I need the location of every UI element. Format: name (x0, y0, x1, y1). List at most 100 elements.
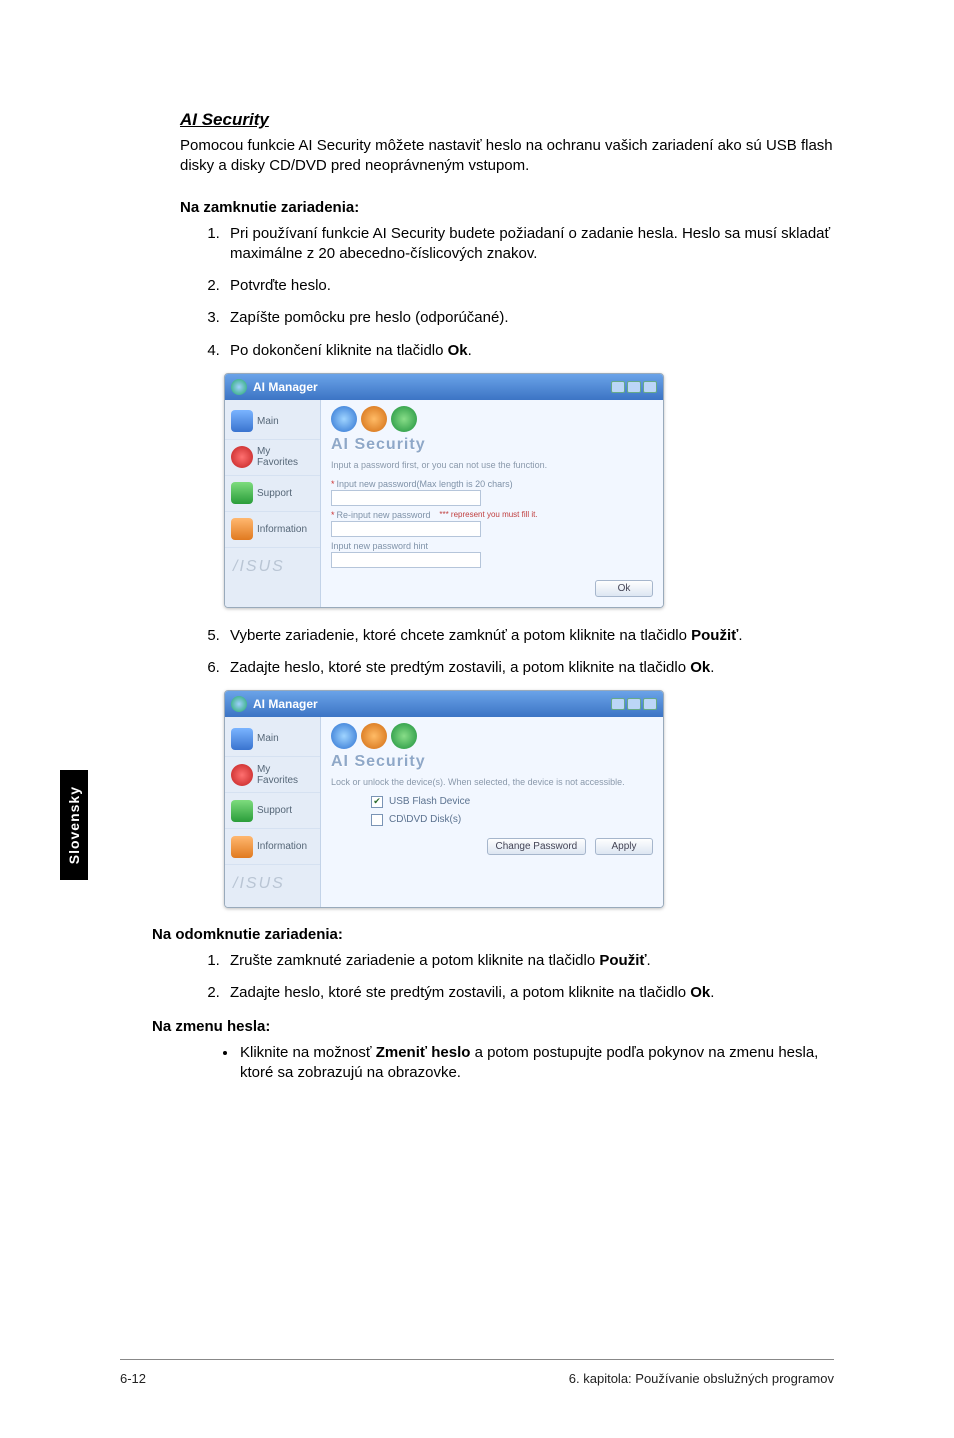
tool-icon-3[interactable] (391, 406, 417, 432)
panel-title: AI Security (331, 436, 653, 454)
info-icon (231, 836, 253, 858)
info-icon (231, 518, 253, 540)
screenshot-2: AI Manager Main My Favorites Support Inf… (224, 690, 834, 908)
tool-icon-2[interactable] (361, 723, 387, 749)
section-title: AI Security (180, 110, 834, 130)
lock-steps-continued: Vyberte zariadenie, ktoré chcete zamknúť… (180, 626, 834, 679)
device-row-usb[interactable]: ✔ USB Flash Device (371, 796, 653, 808)
lock-step-4-a: Po dokončení kliknite na tlačidlo (230, 342, 448, 359)
monitor-icon (231, 728, 253, 750)
change-password-button[interactable]: Change Password (487, 838, 587, 855)
lock-step-5-a: Vyberte zariadenie, ktoré chcete zamknúť… (230, 627, 691, 644)
change-bullets: Kliknite na možnosť Zmeniť heslo a potom… (180, 1043, 834, 1084)
field-label-password-hint: Input new password hint (331, 541, 428, 551)
minimize-icon[interactable] (611, 698, 625, 710)
lock-step-6-a: Zadajte heslo, ktoré ste predtým zostavi… (230, 659, 690, 676)
lock-step-6-c: . (710, 659, 714, 676)
page-footer: 6-12 6. kapitola: Používanie obslužných … (120, 1371, 834, 1386)
sidebar-item-main[interactable]: Main (225, 404, 320, 440)
lock-step-6: Zadajte heslo, ktoré ste predtým zostavi… (224, 658, 834, 678)
app-window-2: AI Manager Main My Favorites Support Inf… (224, 690, 664, 908)
tool-icon-2[interactable] (361, 406, 387, 432)
titlebar-2: AI Manager (225, 691, 663, 717)
lock-step-3: Zapíšte pomôcku pre heslo (odporúčané). (224, 308, 834, 328)
close-icon[interactable] (643, 381, 657, 393)
panel-subtitle: Input a password first, or you can not u… (331, 460, 653, 471)
footer-chapter: 6. kapitola: Používanie obslužných progr… (569, 1371, 834, 1386)
favorites-icon (231, 764, 253, 786)
app-logo-icon (231, 379, 247, 395)
device-row-cd[interactable]: CD\DVD Disk(s) (371, 814, 653, 826)
form-row-3: Input new password hint (331, 541, 653, 568)
monitor-icon (231, 410, 253, 432)
titlebar: AI Manager (225, 374, 663, 400)
lock-step-1: Pri používaní funkcie AI Security budete… (224, 224, 834, 265)
app-title-2: AI Manager (253, 697, 318, 711)
unlock-steps: Zrušte zamknuté zariadenie a potom klikn… (180, 951, 834, 1004)
unlock-step-2: Zadajte heslo, ktoré ste predtým zostavi… (224, 983, 834, 1003)
unlock-step-1: Zrušte zamknuté zariadenie a potom klikn… (224, 951, 834, 971)
favorites-icon (231, 446, 253, 468)
change-heading: Na zmenu hesla: (152, 1018, 834, 1035)
unlock-heading: Na odomknutie zariadenia: (152, 926, 834, 943)
lock-step-5-b: Použiť (691, 627, 738, 644)
footer-page-number: 6-12 (120, 1371, 146, 1386)
form-row-2: *Re-input new password *** represent you… (331, 510, 653, 537)
sidebar-2: Main My Favorites Support Information /I… (225, 717, 321, 907)
tool-icon-1[interactable] (331, 723, 357, 749)
sidebar-item-support[interactable]: Support (225, 476, 320, 512)
toolbar-icons (331, 406, 653, 432)
minimize-icon[interactable] (611, 381, 625, 393)
app-window-1: AI Manager Main My Favorites Support Inf… (224, 373, 664, 608)
unlock-step-2-a: Zadajte heslo, ktoré ste predtým zostavi… (230, 984, 690, 1001)
main-panel-2: AI Security Lock or unlock the device(s)… (321, 717, 663, 907)
app-title: AI Manager (253, 380, 318, 394)
support-icon (231, 800, 253, 822)
lock-steps: Pri používaní funkcie AI Security budete… (180, 224, 834, 361)
unlock-step-2-b: Ok (690, 984, 710, 1001)
lock-step-2: Potvrďte heslo. (224, 276, 834, 296)
maximize-icon[interactable] (627, 698, 641, 710)
tool-icon-1[interactable] (331, 406, 357, 432)
brand-logo: /ISUS (225, 548, 320, 586)
new-password-input[interactable] (331, 490, 481, 506)
close-icon[interactable] (643, 698, 657, 710)
change-bullet-b: Zmeniť heslo (376, 1044, 471, 1061)
sidebar-item-favorites[interactable]: My Favorites (225, 440, 320, 476)
lock-step-5: Vyberte zariadenie, ktoré chcete zamknúť… (224, 626, 834, 646)
screenshot-1: AI Manager Main My Favorites Support Inf… (224, 373, 834, 608)
apply-button[interactable]: Apply (595, 838, 653, 855)
sidebar-item-information[interactable]: Information (225, 512, 320, 548)
field-label-new-password: Input new password(Max length is 20 char… (337, 479, 513, 489)
tool-icon-3[interactable] (391, 723, 417, 749)
unlock-step-2-c: . (710, 984, 714, 1001)
required-hint: *** represent you must fill it. (439, 510, 537, 519)
checkbox-usb-icon[interactable]: ✔ (371, 796, 383, 808)
change-bullet-a: Kliknite na možnosť (240, 1044, 376, 1061)
sidebar-label-favorites: My Favorites (257, 446, 314, 468)
field-label-reinput-password: Re-input new password (337, 510, 431, 520)
sidebar-item-support[interactable]: Support (225, 793, 320, 829)
toolbar-icons-2 (331, 723, 653, 749)
checkbox-cd-icon[interactable] (371, 814, 383, 826)
device-label-usb: USB Flash Device (389, 796, 470, 807)
sidebar-item-main[interactable]: Main (225, 721, 320, 757)
sidebar-label-information: Information (257, 841, 307, 852)
lock-step-4-c: . (468, 342, 472, 359)
side-language-label: Slovensky (66, 786, 82, 864)
form-row-1: *Input new password(Max length is 20 cha… (331, 479, 653, 506)
password-hint-input[interactable] (331, 552, 481, 568)
maximize-icon[interactable] (627, 381, 641, 393)
lock-heading: Na zamknutie zariadenia: (180, 199, 834, 216)
sidebar-item-information[interactable]: Information (225, 829, 320, 865)
main-panel: AI Security Input a password first, or y… (321, 400, 663, 607)
sidebar-item-favorites[interactable]: My Favorites (225, 757, 320, 793)
ok-button[interactable]: Ok (595, 580, 653, 597)
lock-step-5-c: . (738, 627, 742, 644)
confirm-password-input[interactable] (331, 521, 481, 537)
section-intro: Pomocou funkcie AI Security môžete nasta… (180, 136, 834, 177)
unlock-step-1-a: Zrušte zamknuté zariadenie a potom klikn… (230, 952, 599, 969)
sidebar-label-main: Main (257, 416, 279, 427)
sidebar-label-favorites: My Favorites (257, 764, 314, 786)
lock-step-4-b: Ok (448, 342, 468, 359)
